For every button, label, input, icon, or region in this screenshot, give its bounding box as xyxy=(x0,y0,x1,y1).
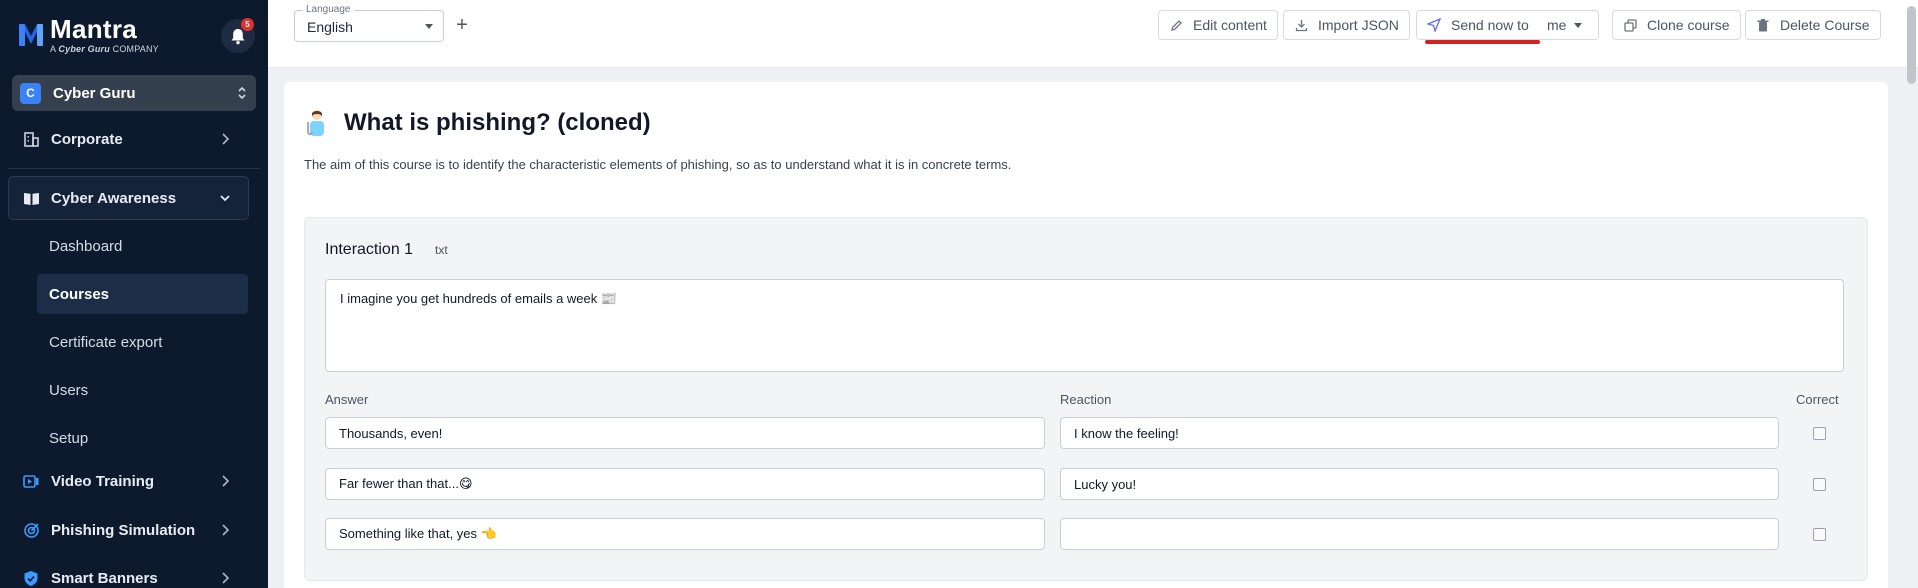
correct-checkbox[interactable] xyxy=(1813,528,1826,541)
course-description: The aim of this course is to identify th… xyxy=(304,157,1012,172)
sidebar-item-corporate[interactable]: Corporate xyxy=(0,117,268,161)
target-icon xyxy=(22,521,40,539)
chevron-down-icon xyxy=(220,195,230,202)
page-scrollbar-thumb[interactable] xyxy=(1907,6,1916,84)
chevron-right-icon xyxy=(222,524,230,536)
answer-input[interactable]: Something like that, yes 👈 xyxy=(325,518,1045,550)
top-toolbar: Language English + Edit content Import J… xyxy=(268,0,1918,84)
shield-check-icon xyxy=(22,569,40,587)
language-select[interactable]: Language English xyxy=(294,4,444,42)
pencil-icon xyxy=(1169,18,1183,32)
sidebar: Mantra A Cyber Guru COMPANY 5 C Cyber Gu… xyxy=(0,0,268,588)
sidebar-item-smart-banners[interactable]: Smart Banners xyxy=(0,556,268,588)
caret-down-icon xyxy=(425,24,433,29)
send-now-label: Send now to xyxy=(1451,17,1529,33)
sidebar-subitem-users[interactable]: Users xyxy=(37,370,248,410)
interaction-panel: Interaction 1 txt I imagine you get hund… xyxy=(304,217,1868,581)
sidebar-subitem-setup[interactable]: Setup xyxy=(37,418,248,458)
copy-icon xyxy=(1623,18,1637,32)
sidebar-item-phishing-simulation[interactable]: Phishing Simulation xyxy=(0,508,268,552)
notification-count-badge: 5 xyxy=(241,18,254,31)
interaction-title: Interaction 1 xyxy=(325,241,414,258)
edit-content-label: Edit content xyxy=(1193,17,1267,33)
reaction-input[interactable]: I know the feeling! xyxy=(1060,417,1779,449)
sidebar-subitem-certificate-export[interactable]: Certificate export xyxy=(37,322,248,362)
answer-column-header: Answer xyxy=(325,392,369,407)
sidebar-subitem-courses[interactable]: Courses xyxy=(37,274,248,314)
chevron-right-icon xyxy=(222,572,230,584)
interaction-message-textarea[interactable]: I imagine you get hundreds of emails a w… xyxy=(325,279,1844,372)
reaction-input[interactable] xyxy=(1060,518,1779,550)
book-icon xyxy=(22,189,40,207)
sidebar-divider xyxy=(8,168,260,169)
download-icon xyxy=(1294,18,1308,32)
sidebar-item-video-training[interactable]: Video Training xyxy=(0,459,268,503)
brand-name: Mantra xyxy=(50,14,138,44)
course-header: What is phishing? (cloned) xyxy=(304,108,651,138)
trash-icon xyxy=(1756,18,1770,32)
import-json-label: Import JSON xyxy=(1318,17,1399,33)
chevron-right-icon xyxy=(222,475,230,487)
answer-input[interactable]: Thousands, even! xyxy=(325,417,1045,449)
reaction-input[interactable]: Lucky you! xyxy=(1060,468,1779,500)
caret-down-icon xyxy=(1574,22,1583,28)
brand-logo[interactable]: Mantra A Cyber Guru COMPANY xyxy=(18,16,159,54)
organization-selector[interactable]: C Cyber Guru xyxy=(12,75,256,111)
chevron-right-icon xyxy=(222,133,230,145)
delete-course-button[interactable]: Delete Course xyxy=(1745,10,1881,40)
correct-checkbox[interactable] xyxy=(1813,478,1826,491)
person-with-hook-icon xyxy=(307,110,324,136)
language-label: Language xyxy=(303,4,354,15)
edit-content-button[interactable]: Edit content xyxy=(1158,10,1278,40)
course-card: What is phishing? (cloned) The aim of th… xyxy=(284,82,1888,588)
answer-input[interactable]: Far fewer than that...😋 xyxy=(325,468,1045,500)
org-avatar: C xyxy=(20,82,41,104)
brand-subtitle: A Cyber Guru COMPANY xyxy=(50,44,159,54)
sidebar-item-label: Video Training xyxy=(51,472,155,490)
sidebar-item-label: Smart Banners xyxy=(51,569,158,587)
sidebar-item-cyber-awareness[interactable]: Cyber Awareness xyxy=(0,176,268,220)
chevron-up-down-icon xyxy=(238,86,246,100)
clone-course-label: Clone course xyxy=(1647,17,1730,33)
notifications-button[interactable]: 5 xyxy=(221,18,255,53)
send-target-select[interactable]: me xyxy=(1537,10,1599,40)
send-icon xyxy=(1427,18,1441,32)
sidebar-subitem-dashboard[interactable]: Dashboard xyxy=(37,226,248,266)
reaction-column-header: Reaction xyxy=(1060,392,1112,407)
video-icon xyxy=(22,472,40,490)
import-json-button[interactable]: Import JSON xyxy=(1283,10,1410,40)
send-target-value: me xyxy=(1547,17,1567,33)
send-now-button[interactable]: Send now to xyxy=(1416,10,1540,40)
delete-course-label: Delete Course xyxy=(1780,17,1870,33)
language-value: English xyxy=(307,19,353,35)
building-icon xyxy=(22,130,40,148)
annotation-underline xyxy=(1425,40,1540,44)
sidebar-item-label: Phishing Simulation xyxy=(51,521,196,539)
add-language-button[interactable]: + xyxy=(451,13,473,37)
org-name: Cyber Guru xyxy=(53,84,136,102)
sidebar-item-label: Cyber Awareness xyxy=(51,189,177,207)
clone-course-button[interactable]: Clone course xyxy=(1612,10,1741,40)
course-title: What is phishing? (cloned) xyxy=(344,109,651,136)
mantra-logo-icon xyxy=(19,24,43,46)
correct-checkbox[interactable] xyxy=(1813,427,1826,440)
correct-column-header: Correct xyxy=(1796,392,1839,407)
sidebar-item-label: Corporate xyxy=(51,130,123,148)
interaction-type-badge: txt xyxy=(435,243,448,257)
